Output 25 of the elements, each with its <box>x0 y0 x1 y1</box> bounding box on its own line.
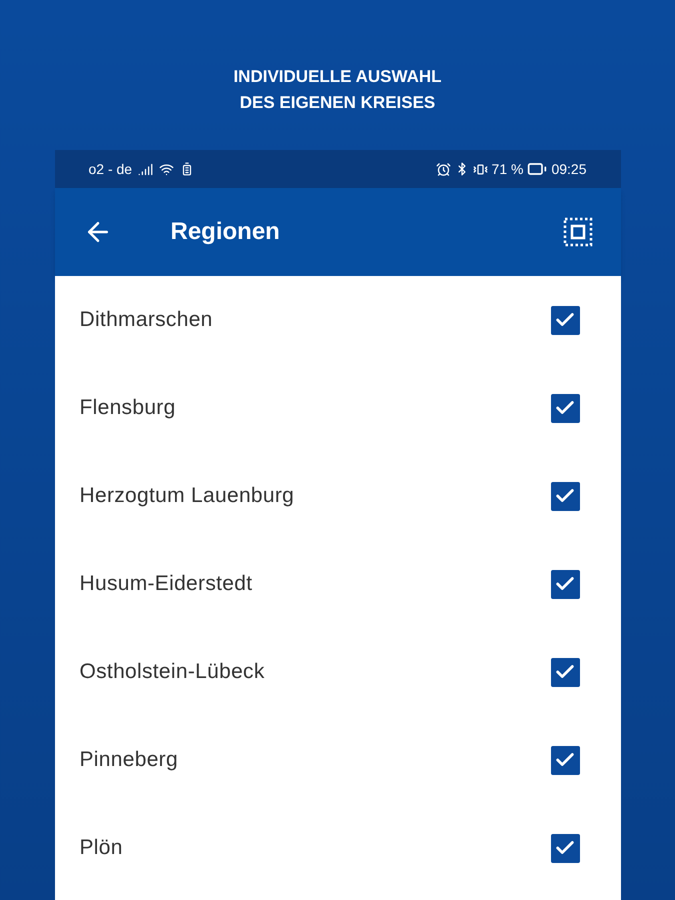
screen-title: Regionen <box>170 217 281 247</box>
region-label: Plön <box>80 835 123 862</box>
headline: INDIVIDUELLE AUSWAHL <box>233 66 442 88</box>
region-label: Pinneberg <box>80 747 178 774</box>
wifi-icon <box>159 162 174 176</box>
checkbox[interactable] <box>550 306 580 334</box>
checkbox[interactable] <box>550 746 580 774</box>
region-label: Dithmarschen <box>80 307 213 334</box>
clock-time: 09:25 <box>551 160 586 178</box>
signal-icon <box>138 162 154 176</box>
carrier-label: o2 - de <box>88 160 132 178</box>
region-label: Flensburg <box>80 395 176 422</box>
checkbox[interactable] <box>550 658 580 686</box>
battery-percent: 71 % <box>492 160 524 178</box>
region-label: Husum-Eiderstedt <box>80 571 252 598</box>
region-label: Herzogtum Lauenburg <box>80 483 294 510</box>
checkbox[interactable] <box>550 834 580 862</box>
checkbox[interactable] <box>550 570 580 598</box>
headline: DES EIGENEN KREISES <box>240 92 436 114</box>
checkbox[interactable] <box>550 394 580 422</box>
alarm-icon <box>436 162 451 176</box>
region-label: Ostholstein-Lübeck <box>80 659 265 686</box>
vibrate-icon <box>472 162 488 176</box>
checkbox[interactable] <box>550 482 580 510</box>
select-all-button[interactable] <box>562 217 592 247</box>
